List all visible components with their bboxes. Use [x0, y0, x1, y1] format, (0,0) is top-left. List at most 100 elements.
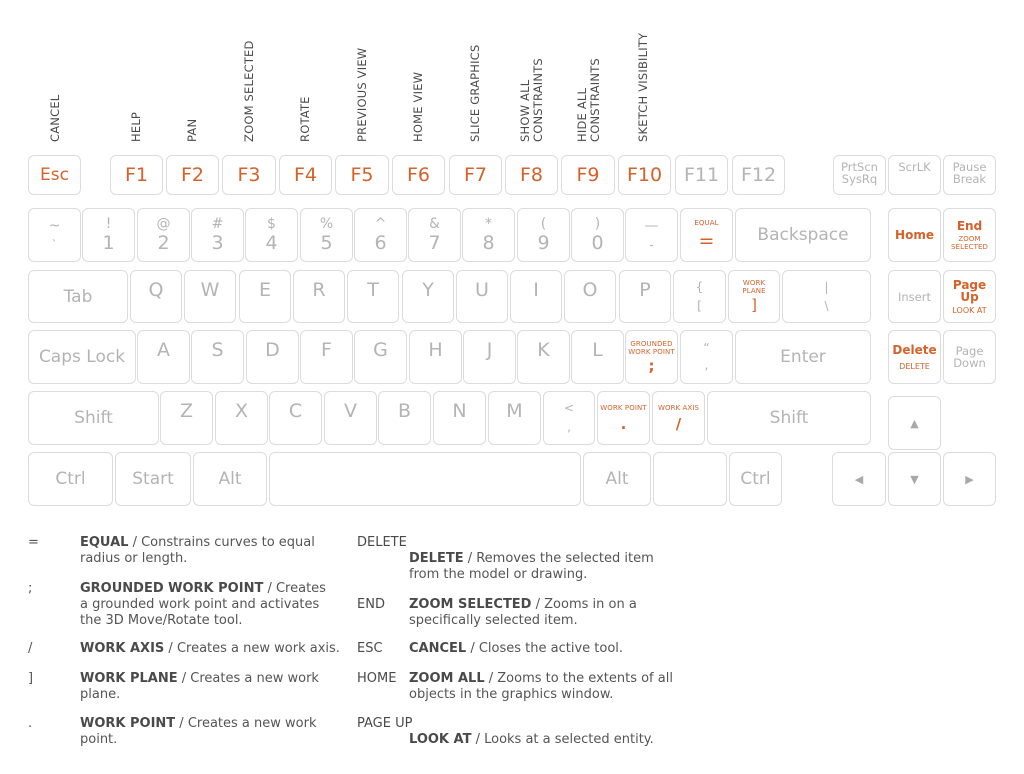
key-letter-i[interactable]: I — [510, 270, 562, 323]
key-f3[interactable]: F3 — [222, 155, 276, 195]
key-end[interactable]: End ZOOM SELECTED — [943, 208, 996, 262]
key-shift-right[interactable]: Shift — [707, 391, 871, 445]
key-menu[interactable] — [653, 452, 727, 506]
key-period[interactable]: WORK POINT. — [597, 391, 650, 445]
key-f5[interactable]: F5 — [335, 155, 389, 195]
key-left-bracket[interactable]: {[ — [673, 270, 726, 323]
key-letter-w[interactable]: W — [184, 270, 236, 323]
key-letter-d[interactable]: D — [246, 330, 299, 384]
key-insert[interactable]: Insert — [888, 270, 941, 323]
key-arrow-right[interactable]: ▶ — [943, 452, 996, 506]
key-number-1[interactable]: ! 1 — [82, 208, 135, 262]
key-comma[interactable]: <, — [543, 391, 595, 445]
key-f9[interactable]: F9 — [561, 155, 615, 195]
key-number-3[interactable]: #3 — [191, 208, 244, 262]
key-letter-j[interactable]: J — [463, 330, 516, 384]
key-delete[interactable]: Delete DELETE — [888, 330, 941, 384]
key-letter-v[interactable]: V — [324, 391, 377, 445]
key-number-6[interactable]: ^ 6 — [354, 208, 407, 262]
key-letter-n[interactable]: N — [433, 391, 486, 445]
key-letter-t[interactable]: T — [347, 270, 399, 323]
key-letter-s[interactable]: S — [191, 330, 244, 384]
key-shift-left[interactable]: Shift — [28, 391, 159, 445]
key-number-5[interactable]: % 5 — [300, 208, 353, 262]
key-ctrl-right[interactable]: Ctrl — [729, 452, 782, 506]
key-letter-m[interactable]: M — [488, 391, 541, 445]
legend-symbol: / — [28, 641, 33, 656]
key-home[interactable]: Home — [888, 208, 941, 262]
key-number-9[interactable]: (9 — [517, 208, 570, 262]
key-number-10[interactable]: ) 0 — [571, 208, 624, 262]
key-space[interactable] — [269, 452, 581, 506]
label-f10-sketch-visibility: SKETCH VISIBILITY — [636, 32, 650, 142]
key-number-8[interactable]: * 8 — [462, 208, 515, 262]
key-letter-z[interactable]: Z — [160, 391, 213, 445]
key-f7[interactable]: F7 — [449, 155, 502, 195]
key-number-2[interactable]: @2 — [137, 208, 190, 262]
key-f11[interactable]: F11 — [675, 155, 728, 195]
key-label: W — [200, 278, 220, 301]
key-number-7[interactable]: & 7 — [408, 208, 461, 262]
key-letter-u[interactable]: U — [456, 270, 508, 323]
key-letter-p[interactable]: P — [619, 270, 671, 323]
key-backslash[interactable]: | \ — [782, 270, 871, 323]
key-number-4[interactable]: $4 — [245, 208, 298, 262]
key-arrow-down[interactable]: ▼ — [888, 452, 941, 506]
key-enter[interactable]: Enter — [735, 330, 871, 384]
key-label: F8 — [519, 164, 544, 186]
key-letter-c[interactable]: C — [269, 391, 322, 445]
key-prtscn[interactable]: PrtScn SysRq — [833, 155, 886, 195]
key-label: 1 — [102, 232, 115, 254]
key-letter-g[interactable]: G — [354, 330, 407, 384]
key-number-0[interactable]: ~ ` — [28, 208, 81, 262]
key-letter-h[interactable]: H — [409, 330, 462, 384]
key-backspace[interactable]: Backspace — [735, 208, 871, 262]
key-letter-a[interactable]: A — [137, 330, 190, 384]
key-pause[interactable]: Pause Break — [943, 155, 996, 195]
key-start[interactable]: Start — [115, 452, 191, 506]
key-arrow-up[interactable]: ▲ — [888, 396, 941, 450]
key-letter-l[interactable]: L — [571, 330, 624, 384]
label-f1-help: HELP — [129, 111, 143, 142]
key-letter-f[interactable]: F — [300, 330, 353, 384]
key-f4[interactable]: F4 — [279, 155, 332, 195]
key-page-down[interactable]: Page Down — [943, 330, 996, 384]
key-letter-x[interactable]: X — [215, 391, 268, 445]
key-f10[interactable]: F10 — [618, 155, 671, 195]
key-letter-e[interactable]: E — [239, 270, 291, 323]
key-label: F12 — [740, 164, 777, 186]
legend-item: WORK PLANE / Creates a new work plane. — [80, 671, 319, 702]
key-alt-left[interactable]: Alt — [193, 452, 267, 506]
key-letter-o[interactable]: O — [564, 270, 616, 323]
label-esc-cancel: CANCEL — [48, 94, 62, 142]
key-page-up[interactable]: Page Up LOOK AT — [943, 270, 996, 323]
key-esc[interactable]: Esc — [28, 155, 81, 195]
key-letter-b[interactable]: B — [378, 391, 431, 445]
key-equal[interactable]: EQUAL = — [680, 208, 733, 262]
key-shift-label: | — [824, 279, 829, 294]
key-right-bracket[interactable]: WORK PLANE] — [728, 270, 780, 323]
key-letter-q[interactable]: Q — [130, 270, 182, 323]
key-slash[interactable]: WORK AXIS / — [652, 391, 705, 445]
key-arrow-left[interactable]: ◀ — [832, 452, 886, 506]
key-f12[interactable]: F12 — [732, 155, 785, 195]
key-f2[interactable]: F2 — [166, 155, 219, 195]
key-scrlk[interactable]: ScrLK — [888, 155, 941, 195]
key-command-label: EQUAL — [694, 218, 719, 227]
key-label: \ — [824, 298, 829, 313]
legend-item: CANCEL / Closes the active tool. — [409, 641, 624, 656]
key-alt-right[interactable]: Alt — [583, 452, 651, 506]
key-f1[interactable]: F1 — [110, 155, 163, 195]
key-caps-lock[interactable]: Caps Lock — [28, 330, 136, 384]
key-label: F10 — [626, 164, 663, 186]
key-number-11[interactable]: — - — [625, 208, 678, 262]
key-ctrl-left[interactable]: Ctrl — [28, 452, 113, 506]
key-tab[interactable]: Tab — [28, 270, 128, 323]
key-semicolon[interactable]: GROUNDED WORK POINT; — [625, 330, 678, 384]
key-quote[interactable]: “, — [680, 330, 733, 384]
key-letter-r[interactable]: R — [293, 270, 345, 323]
key-f6[interactable]: F6 — [392, 155, 445, 195]
key-letter-y[interactable]: Y — [402, 270, 454, 323]
key-letter-k[interactable]: K — [517, 330, 570, 384]
key-f8[interactable]: F8 — [505, 155, 558, 195]
